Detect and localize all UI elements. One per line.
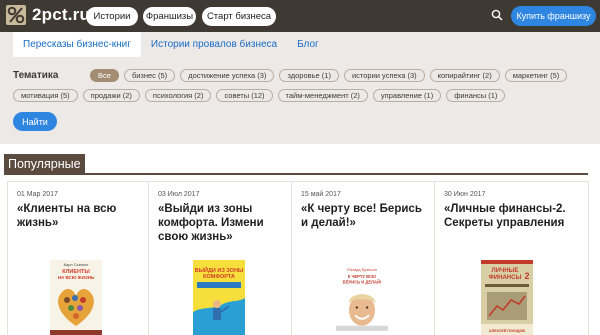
tab-blog[interactable]: Блог (287, 32, 329, 57)
topic-chip-copywriting[interactable]: копирайтинг (2) (429, 69, 500, 82)
topic-chip-psychology[interactable]: психология (2) (144, 89, 212, 102)
topic-chip-success[interactable]: достижение успеха (3) (180, 69, 275, 82)
topic-chip-sales[interactable]: продажи (2) (82, 89, 140, 102)
content-tabs: Пересказы бизнес-книг Истории провалов б… (13, 32, 329, 57)
nav-stories-button[interactable]: Истории (86, 7, 138, 26)
card-title[interactable]: «Личные финансы-2. Секреты управления (444, 202, 569, 230)
card-date: 15 май 2017 (301, 191, 341, 198)
topic-chip-success-stories[interactable]: истории успеха (3) (343, 69, 425, 82)
book-card[interactable]: 01 Мар 2017 «Клиенты на всю жизнь» Карл … (8, 182, 149, 335)
card-date: 03 Июл 2017 (158, 191, 200, 198)
find-button[interactable]: Найти (13, 112, 57, 131)
book-cover-image[interactable]: Карл Сьюэлл КЛИЕНТЫ НА ВСЮ ЖИЗНЬ (50, 260, 102, 335)
tab-failure-stories[interactable]: Истории провалов бизнеса (141, 32, 287, 57)
logo-icon[interactable] (5, 4, 27, 26)
topic-chip-business[interactable]: бизнес (5) (123, 69, 176, 82)
cover-title-text: ВЫЙДИ ИЗ ЗОНЫ (195, 266, 244, 274)
topic-chips-row-1: Все бизнес (5) достижение успеха (3) здо… (90, 69, 568, 82)
topic-chips-row-2: мотивация (5) продажи (2) психология (2)… (13, 89, 506, 102)
topic-chip-management[interactable]: управление (1) (372, 89, 442, 102)
topic-chip-all[interactable]: Все (90, 69, 119, 82)
search-icon[interactable] (491, 9, 503, 21)
book-card[interactable]: 30 Июн 2017 «Личные финансы-2. Секреты у… (435, 182, 589, 335)
topic-chip-marketing[interactable]: маркетинг (5) (504, 69, 568, 82)
topic-chip-health[interactable]: здоровье (1) (279, 69, 339, 82)
buy-franchise-button[interactable]: Купить франшизу (511, 6, 596, 26)
cover-author-text: АЛЕКСЕЙ ПОКУДОВ (489, 329, 525, 333)
cover-title-text-2: НА ВСЮ ЖИЗНЬ (58, 275, 95, 280)
card-date: 30 Июн 2017 (444, 191, 486, 198)
cover-title-text-2: БЕРИСЬ И ДЕЛАЙ! (343, 279, 382, 284)
book-card[interactable]: 15 май 2017 «К черту все! Берись и делай… (292, 182, 435, 335)
tab-book-summaries[interactable]: Пересказы бизнес-книг (13, 32, 141, 57)
cover-title-text-2: ФИНАНСЫ (489, 275, 522, 281)
book-cover-image[interactable]: ВЫЙДИ ИЗ ЗОНЫ КОМФОРТА (193, 260, 245, 335)
section-divider (4, 173, 588, 175)
popular-section-title: Популярные (4, 154, 85, 174)
cover-author-text: Ричард Брэнсон (347, 267, 377, 272)
topic-chip-time-management[interactable]: тайм-менеджмент (2) (277, 89, 368, 102)
card-date: 01 Мар 2017 (17, 191, 58, 198)
cover-title-text-2: КОМФОРТА (203, 274, 235, 280)
card-title[interactable]: «Выйди из зоны комфорта. Измени свою жиз… (158, 202, 283, 244)
top-bar: 2pct.ru Истории Франшизы Старт бизнеса К… (0, 0, 600, 32)
popular-cards: 01 Мар 2017 «Клиенты на всю жизнь» Карл … (7, 181, 589, 335)
topic-chip-motivation[interactable]: мотивация (5) (13, 89, 78, 102)
book-cover-image[interactable]: Ричард Брэнсон К ЧЕРТУ ВСЕ! БЕРИСЬ И ДЕЛ… (336, 260, 388, 335)
nav-franchises-button[interactable]: Франшизы (143, 7, 196, 26)
card-title[interactable]: «К черту все! Берись и делай!» (301, 202, 426, 230)
cover-number-text: 2 (524, 271, 529, 281)
topic-label: Тематика (13, 70, 59, 81)
cover-title-text: К ЧЕРТУ ВСЕ! (348, 274, 376, 279)
card-title[interactable]: «Клиенты на всю жизнь» (17, 202, 142, 230)
book-card[interactable]: 03 Июл 2017 «Выйди из зоны комфорта. Изм… (149, 182, 292, 335)
nav-business-start-button[interactable]: Старт бизнеса (202, 7, 276, 26)
cover-author-text: Карл Сьюэлл (64, 262, 89, 267)
topic-chip-finance[interactable]: финансы (1) (446, 89, 506, 102)
site-logo-text[interactable]: 2pct.ru (32, 5, 90, 25)
book-cover-image[interactable]: ЛИЧНЫЕ ФИНАНСЫ 2 АЛЕКСЕЙ ПОКУДОВ (481, 260, 533, 335)
topic-chip-advice[interactable]: советы (12) (216, 89, 273, 102)
filter-panel: Пересказы бизнес-книг Истории провалов б… (0, 32, 600, 144)
cover-title-text: ЛИЧНЫЕ (492, 268, 519, 274)
